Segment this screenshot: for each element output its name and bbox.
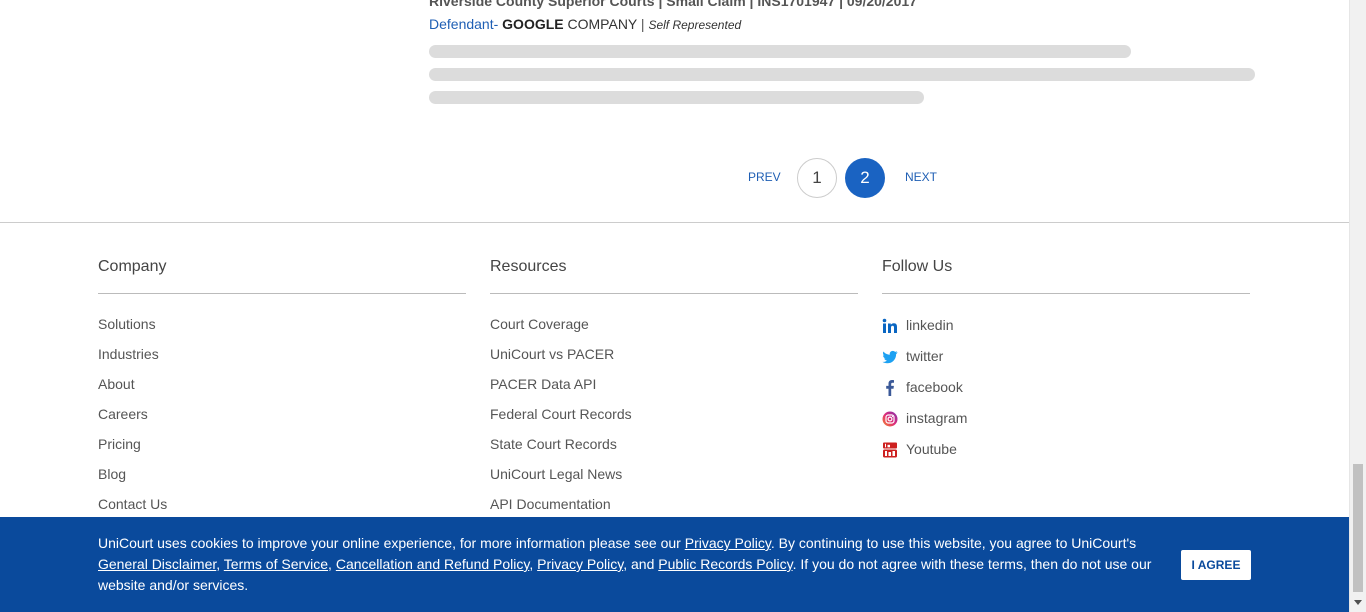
footer-link-state-court-records[interactable]: State Court Records — [490, 436, 858, 466]
page-2-button-current[interactable]: 2 — [845, 158, 885, 198]
scrollbar-thumb[interactable] — [1353, 464, 1363, 592]
party-separator: | — [640, 16, 645, 32]
social-link-twitter[interactable]: twitter — [882, 348, 1250, 379]
footer-link-about[interactable]: About — [98, 376, 466, 406]
cookie-consent-text: UniCourt uses cookies to improve your on… — [98, 533, 1158, 596]
footer-resources-list: Court Coverage UniCourt vs PACER PACER D… — [490, 316, 858, 526]
vertical-scrollbar[interactable] — [1349, 0, 1366, 612]
footer-link-pacer-data-api[interactable]: PACER Data API — [490, 376, 858, 406]
pagination: PREV 1 2 NEXT — [0, 158, 1349, 198]
linkedin-icon — [882, 318, 898, 334]
cookie-consent-banner: UniCourt uses cookies to improve your on… — [0, 517, 1349, 612]
loading-placeholder-bar — [429, 91, 924, 104]
footer-link-solutions[interactable]: Solutions — [98, 316, 466, 346]
social-link-youtube[interactable]: Youtube — [882, 441, 1250, 472]
footer-resources-column: Resources Court Coverage UniCourt vs PAC… — [490, 258, 858, 526]
party-representation: Self Represented — [648, 18, 742, 32]
footer-link-pricing[interactable]: Pricing — [98, 436, 466, 466]
footer-link-careers[interactable]: Careers — [98, 406, 466, 436]
scroll-down-arrow-icon[interactable] — [1354, 600, 1362, 605]
public-records-policy-link[interactable]: Public Records Policy — [658, 556, 792, 572]
loading-placeholder-bar — [429, 45, 1131, 58]
facebook-icon — [882, 380, 898, 396]
agree-button[interactable]: I AGREE — [1181, 550, 1251, 580]
footer-link-industries[interactable]: Industries — [98, 346, 466, 376]
cookie-text-part: . By continuing to use this website, you… — [770, 535, 1137, 551]
instagram-icon — [882, 411, 898, 427]
page: Riverside County Superior Courts | Small… — [0, 0, 1349, 612]
party-name-rest: COMPANY — [567, 16, 638, 32]
party-line: Defendant- GOOGLE COMPANY | Self Represe… — [429, 16, 741, 32]
next-page-link[interactable]: NEXT — [905, 170, 937, 184]
social-link-label: linkedin — [906, 317, 954, 333]
cookie-text-part: , — [216, 556, 224, 572]
case-info-line: Riverside County Superior Courts | Small… — [429, 0, 917, 9]
social-link-label: Youtube — [906, 441, 957, 457]
terms-of-service-link[interactable]: Terms of Service — [224, 556, 328, 572]
footer-resources-heading: Resources — [490, 258, 858, 294]
general-disclaimer-link[interactable]: General Disclaimer — [98, 556, 216, 572]
prev-page-link[interactable]: PREV — [748, 170, 781, 184]
footer-follow-column: Follow Us linkedin twitter facebook inst… — [882, 258, 1250, 472]
youtube-icon — [882, 442, 898, 458]
footer-company-list: Solutions Industries About Careers Prici… — [98, 316, 466, 526]
loading-placeholder-bar — [429, 68, 1255, 81]
party-role: Defendant- — [429, 16, 499, 32]
twitter-icon — [882, 349, 898, 365]
social-link-linkedin[interactable]: linkedin — [882, 317, 1250, 348]
footer-link-unicourt-vs-pacer[interactable]: UniCourt vs PACER — [490, 346, 858, 376]
social-link-label: instagram — [906, 410, 968, 426]
social-link-facebook[interactable]: facebook — [882, 379, 1250, 410]
page-1-button[interactable]: 1 — [797, 158, 837, 198]
privacy-policy-link-2[interactable]: Privacy Policy — [537, 556, 623, 572]
footer-company-column: Company Solutions Industries About Caree… — [98, 258, 466, 526]
social-links-list: linkedin twitter facebook instagram Yout… — [882, 317, 1250, 472]
cookie-text-part: , — [328, 556, 336, 572]
cookie-text-part: , — [529, 556, 538, 572]
social-link-instagram[interactable]: instagram — [882, 410, 1250, 441]
footer-link-court-coverage[interactable]: Court Coverage — [490, 316, 858, 346]
footer-company-heading: Company — [98, 258, 466, 294]
footer-divider — [0, 222, 1349, 223]
footer-link-legal-news[interactable]: UniCourt Legal News — [490, 466, 858, 496]
social-link-label: twitter — [906, 348, 944, 364]
footer-follow-heading: Follow Us — [882, 258, 1250, 294]
footer-link-federal-court-records[interactable]: Federal Court Records — [490, 406, 858, 436]
refund-policy-link[interactable]: Cancellation and Refund Policy — [336, 556, 530, 572]
cookie-text-part: UniCourt uses cookies to improve your on… — [98, 535, 685, 551]
privacy-policy-link[interactable]: Privacy Policy — [685, 535, 771, 551]
footer-link-blog[interactable]: Blog — [98, 466, 466, 496]
social-link-label: facebook — [906, 379, 963, 395]
cookie-text-part: , and — [623, 556, 659, 572]
party-name-bold: GOOGLE — [502, 16, 564, 32]
